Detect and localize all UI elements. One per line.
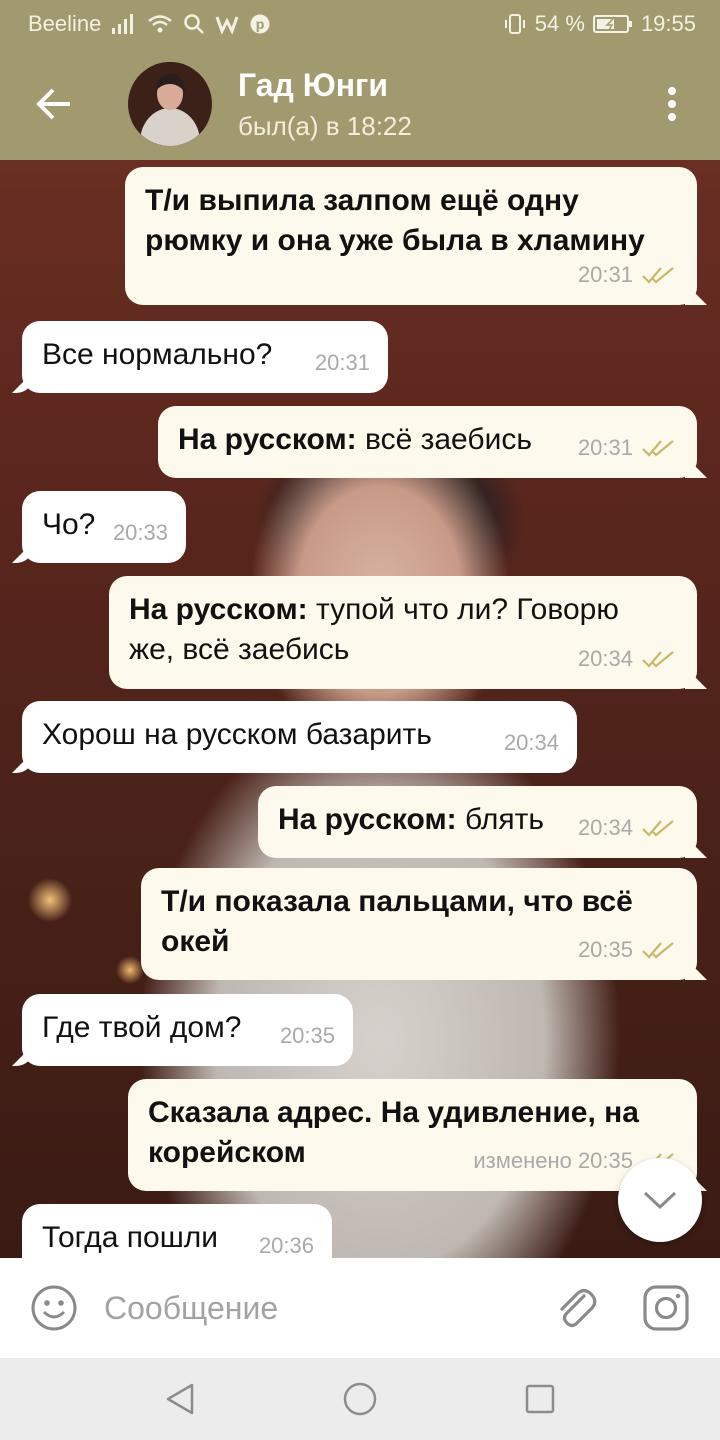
- double-check-icon: [642, 820, 674, 837]
- message-time: изменено 20:35: [473, 1148, 633, 1173]
- message-text: Т/и выпила залпом ещё одну рюмку и она у…: [145, 184, 645, 257]
- menu-button[interactable]: [642, 68, 702, 140]
- status-bar: Beeline p 54 % 19:55: [0, 0, 720, 48]
- message-time: 20:31: [314, 350, 370, 375]
- message-list[interactable]: Т/и выпила залпом ещё одну рюмку и она у…: [0, 160, 720, 1258]
- more-vertical-icon: [668, 87, 676, 121]
- message-text: Хорош на русском базарить: [42, 718, 432, 751]
- search-icon: [183, 11, 205, 37]
- paperclip-icon: [560, 1288, 597, 1328]
- square-recents-icon: [525, 1384, 555, 1414]
- message-outgoing[interactable]: Т/и показала пальцами, что всё окей 20:3…: [141, 868, 697, 980]
- carrier-label: Beeline: [28, 11, 102, 36]
- battery-icon: [592, 11, 633, 37]
- attach-button[interactable]: [546, 1278, 606, 1338]
- message-time: 20:34: [577, 646, 633, 671]
- w-app-icon: [215, 11, 239, 37]
- message-time: 20:34: [503, 730, 559, 755]
- pinterest-icon: p: [249, 11, 271, 37]
- double-check-icon: [642, 651, 674, 668]
- message-incoming[interactable]: Все нормально? 20:31: [22, 321, 388, 393]
- nav-recents-button[interactable]: [510, 1369, 570, 1429]
- chevron-down-icon: [643, 1191, 677, 1210]
- chat-header: Гад Юнги был(а) в 18:22: [0, 48, 720, 160]
- message-meta: 20:31: [578, 428, 675, 468]
- message-meta: 20:34: [578, 639, 675, 679]
- message-meta: 20:34: [578, 808, 675, 848]
- message-time: 20:33: [112, 520, 168, 545]
- message-meta: 20:33: [113, 513, 168, 553]
- message-composer: [0, 1258, 720, 1358]
- message-input[interactable]: [104, 1278, 546, 1338]
- double-check-icon: [642, 942, 674, 959]
- back-button[interactable]: [18, 68, 90, 140]
- message-meta: 20:31: [578, 255, 675, 295]
- smile-icon: [31, 1285, 77, 1331]
- contact-name: Гад Юнги: [238, 67, 389, 103]
- wifi-icon: [147, 11, 173, 37]
- message-meta: 20:36: [259, 1226, 314, 1258]
- battery-percent: 54 %: [534, 11, 585, 36]
- message-time: 20:31: [577, 262, 633, 287]
- emoji-button[interactable]: [24, 1278, 84, 1338]
- avatar[interactable]: [128, 62, 212, 146]
- triangle-back-icon: [166, 1383, 194, 1415]
- circle-home-icon: [343, 1382, 377, 1416]
- message-incoming[interactable]: Чо? 20:33: [22, 491, 186, 563]
- message-time: 20:36: [258, 1233, 314, 1258]
- message-outgoing[interactable]: На русском: тупой что ли? Говорю же, всё…: [109, 576, 697, 689]
- message-outgoing[interactable]: Т/и выпила залпом ещё одну рюмку и она у…: [125, 167, 697, 305]
- message-incoming[interactable]: Хорош на русском базарить 20:34: [22, 701, 577, 773]
- message-incoming[interactable]: Тогда пошли 20:36: [22, 1204, 332, 1258]
- scroll-to-bottom-button[interactable]: [618, 1158, 702, 1242]
- message-prefix: На русском:: [129, 593, 308, 626]
- contact-info[interactable]: Гад Юнги был(а) в 18:22: [238, 66, 642, 142]
- message-incoming[interactable]: Где твой дом? 20:35: [22, 994, 353, 1066]
- message-body: блять: [456, 803, 544, 836]
- message-outgoing[interactable]: На русском: блять 20:34: [258, 786, 697, 858]
- message-body: всё заебись: [356, 423, 532, 456]
- message-prefix: На русском:: [278, 803, 457, 836]
- message-meta: 20:34: [504, 723, 559, 763]
- message-meta: 20:35: [280, 1016, 335, 1056]
- vibrate-icon: [503, 11, 527, 37]
- clock: 19:55: [640, 11, 696, 36]
- signal-icon: [111, 11, 137, 37]
- double-check-icon: [642, 440, 674, 457]
- arrow-left-icon: [36, 88, 70, 120]
- message-time: 20:34: [577, 815, 633, 840]
- nav-back-button[interactable]: [150, 1369, 210, 1429]
- camera-icon: [643, 1285, 689, 1331]
- message-outgoing[interactable]: Сказала адрес. На удивление, на корейско…: [128, 1079, 697, 1191]
- camera-button[interactable]: [636, 1278, 696, 1338]
- message-time: 20:35: [577, 937, 633, 962]
- message-time: 20:31: [577, 435, 633, 460]
- message-meta: 20:31: [315, 343, 370, 383]
- nav-home-button[interactable]: [330, 1369, 390, 1429]
- message-prefix: На русском:: [178, 423, 357, 456]
- contact-last-seen: был(а) в 18:22: [238, 111, 412, 141]
- message-meta: 20:35: [578, 930, 675, 970]
- double-check-icon: [642, 267, 674, 284]
- message-outgoing[interactable]: На русском: всё заебись 20:31: [158, 406, 697, 478]
- system-nav-bar: [0, 1358, 720, 1440]
- message-time: 20:35: [279, 1023, 335, 1048]
- svg-text:p: p: [256, 16, 265, 32]
